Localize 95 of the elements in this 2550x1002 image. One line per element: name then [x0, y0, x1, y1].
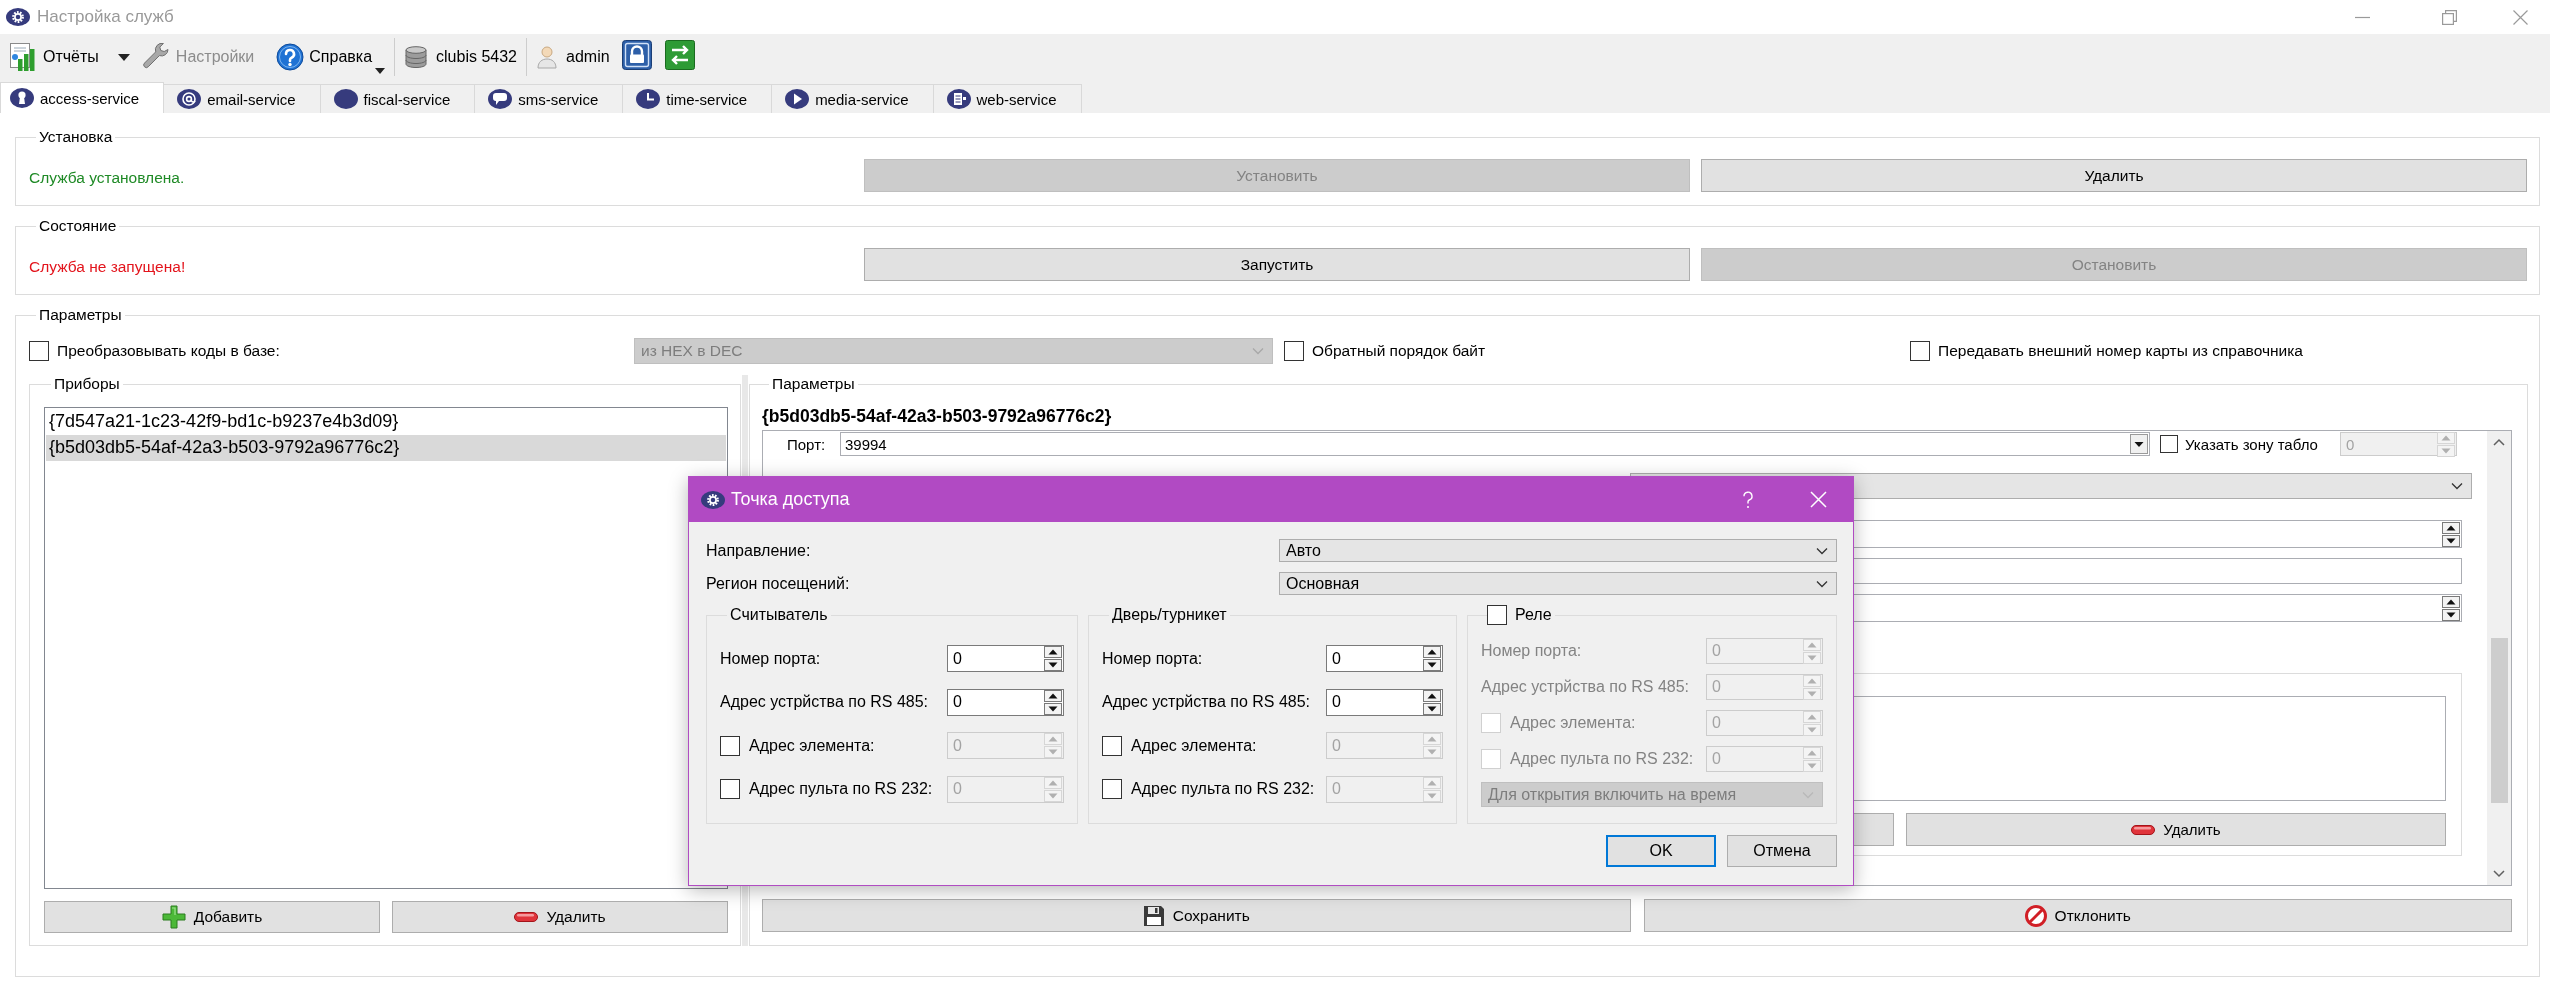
- minus-icon: [2131, 824, 2156, 835]
- gear-icon: [6, 8, 30, 26]
- chevron-down-icon: [1816, 579, 1828, 588]
- dialog-title: Точка доступа: [731, 489, 850, 510]
- checkbox[interactable]: [29, 341, 49, 361]
- field-label: Регион посещений:: [706, 574, 850, 593]
- number-field[interactable]: 0: [1326, 688, 1443, 716]
- device-heading: {b5d03db5-54af-42a3-b503-9792a96776c2}: [762, 406, 1112, 426]
- list-item[interactable]: {b5d03db5-54af-42a3-b503-9792a96776c2}: [46, 434, 726, 461]
- lock-icon[interactable]: [621, 40, 652, 70]
- chevron-down-icon: [1252, 347, 1264, 355]
- field-label: Порт:: [787, 435, 827, 453]
- checkbox-label: Обратный порядок байт: [1312, 342, 1486, 360]
- checkbox[interactable]: [1102, 735, 1122, 756]
- number-field[interactable]: 0: [1326, 645, 1443, 672]
- toolbar-label: admin: [566, 48, 610, 66]
- checkbox[interactable]: [720, 735, 740, 756]
- group-title: Параметры: [771, 375, 856, 393]
- group-title: Приборы: [53, 375, 121, 393]
- checkbox[interactable]: [1102, 779, 1122, 799]
- scrollbar[interactable]: [2487, 431, 2511, 885]
- number-field[interactable]: 0: [947, 688, 1064, 716]
- scrollbar-thumb[interactable]: [2490, 638, 2508, 803]
- field-label: Номер порта:: [1481, 642, 1582, 660]
- user-icon: [536, 45, 558, 69]
- field-label: Адрес устрйства по RS 485:: [1481, 678, 1690, 696]
- chevron-down-icon: [1816, 546, 1828, 555]
- help-icon[interactable]: [1742, 490, 1754, 509]
- field-label: Адрес устрйства по RS 485:: [1102, 693, 1311, 711]
- checkbox[interactable]: [1910, 341, 1930, 361]
- checkbox-label: Адрес пульта по RS 232:: [749, 780, 933, 798]
- remove-button[interactable]: Удалить: [392, 901, 728, 933]
- menu-button[interactable]: Отчёты: [5, 37, 102, 77]
- checkbox-label: Адрес элемента:: [1131, 736, 1257, 755]
- status-text: Служба установлена.: [29, 167, 185, 187]
- speech-bubble-icon: [488, 89, 513, 109]
- checkbox-label: Передавать внешний номер карты из справочника: [1938, 342, 2303, 360]
- remove-button[interactable]: Удалить: [1906, 813, 2446, 846]
- minus-icon: [514, 912, 539, 922]
- combo-box[interactable]: 39994: [840, 432, 2150, 456]
- clock-icon: [636, 89, 661, 109]
- group-title: Состояние: [38, 217, 118, 235]
- field-label: Адрес устрйства по RS 485:: [720, 693, 929, 711]
- group-title: Реле: [1515, 605, 1552, 625]
- tab[interactable]: web-service: [932, 84, 1082, 113]
- reject-button[interactable]: Отклонить: [1643, 899, 2512, 932]
- checkbox[interactable]: [2160, 435, 2178, 453]
- checkbox[interactable]: [1487, 605, 1507, 625]
- window-title: Настройка служб: [37, 7, 174, 27]
- checkbox[interactable]: [1284, 341, 1304, 361]
- field-label: Направление:: [706, 541, 811, 560]
- document-icon: [946, 89, 971, 109]
- checkbox-label: Адрес элемента:: [1510, 714, 1636, 732]
- list-item[interactable]: {7d547a21-1c23-42f9-bd1c-b9237e4b3d09}: [46, 408, 726, 435]
- status-text: Служба не запущена!: [29, 256, 186, 276]
- close-icon[interactable]: [2513, 9, 2528, 25]
- group-title: Параметры: [38, 306, 123, 324]
- save-button[interactable]: Сохранить: [762, 899, 1631, 932]
- bar-chart-icon: [8, 42, 38, 72]
- checkbox-label: Адрес пульта по RS 232:: [1510, 750, 1694, 768]
- number-field[interactable]: 0: [947, 645, 1064, 672]
- restore-icon[interactable]: [2442, 9, 2457, 25]
- at-sign-icon: [177, 89, 202, 109]
- dropdown[interactable]: Авто: [1279, 539, 1837, 562]
- checkbox-label: Адрес элемента:: [749, 736, 875, 755]
- ok-button[interactable]: OK: [1606, 835, 1716, 867]
- keyhole-icon: [10, 88, 34, 108]
- start-button[interactable]: Запустить: [864, 248, 1690, 281]
- no-entry-icon: [2024, 904, 2047, 927]
- field-label: Номер порта:: [720, 649, 821, 668]
- caret-icon: [375, 68, 386, 74]
- chevron-down-icon: [2451, 482, 2463, 490]
- group-title: Установка: [38, 128, 114, 146]
- dropdown[interactable]: Основная: [1279, 572, 1837, 595]
- gear-icon: [701, 490, 725, 509]
- checkbox-label: Указать зону табло: [2185, 435, 2319, 453]
- checkbox[interactable]: [720, 779, 740, 799]
- caret-icon[interactable]: [117, 53, 130, 61]
- field-label: Номер порта:: [1102, 649, 1203, 668]
- toolbar-label: clubis 5432: [436, 48, 517, 66]
- checkbox-label: Преобразовывать коды в базе:: [57, 342, 280, 360]
- group-title: Считыватель: [729, 605, 829, 625]
- oval-icon: [333, 89, 358, 109]
- menu-button[interactable]: Справка: [273, 37, 389, 77]
- cancel-button[interactable]: Отмена: [1727, 835, 1837, 867]
- plus-icon: [161, 905, 186, 929]
- database-icon: [404, 45, 429, 69]
- uninstall-button[interactable]: Удалить: [1701, 159, 2527, 192]
- tab[interactable]: access-service: [0, 82, 165, 113]
- help-icon: [276, 43, 305, 71]
- add-button[interactable]: Добавить: [44, 901, 380, 933]
- play-icon: [785, 89, 810, 109]
- arrows-icon[interactable]: [664, 40, 695, 70]
- checkbox-label: Адрес пульта по RS 232:: [1131, 780, 1315, 798]
- group-title: Дверь/турникет: [1111, 605, 1228, 625]
